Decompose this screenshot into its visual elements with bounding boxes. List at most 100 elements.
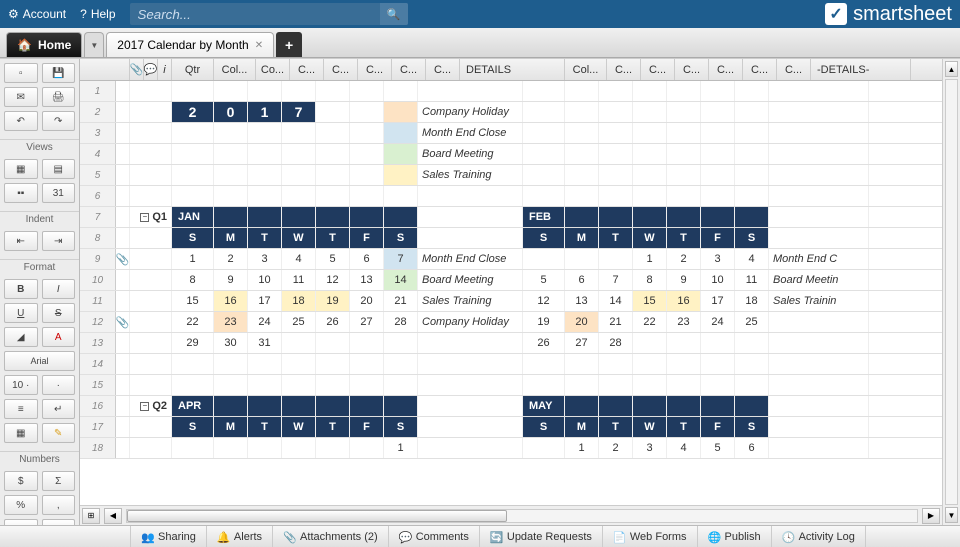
cell[interactable] — [633, 207, 667, 227]
cell[interactable]: Sales Trainin — [769, 291, 869, 311]
cell[interactable] — [701, 165, 735, 185]
row-number[interactable]: 12 — [80, 312, 116, 332]
cell[interactable] — [130, 333, 172, 353]
dow-header[interactable]: S — [384, 417, 418, 437]
cell[interactable]: Sales Training — [418, 291, 523, 311]
tool-sheet[interactable]: ▫ — [4, 63, 38, 83]
row-attach[interactable] — [116, 186, 130, 206]
cell[interactable] — [735, 102, 769, 122]
cell[interactable]: 4 — [735, 249, 769, 269]
cell[interactable] — [599, 354, 633, 374]
cell[interactable] — [599, 375, 633, 395]
cell[interactable]: 17 — [248, 291, 282, 311]
cell[interactable] — [633, 165, 667, 185]
cell[interactable]: 14 — [384, 270, 418, 290]
col-details[interactable]: DETAILS — [460, 59, 565, 80]
dow-header[interactable]: F — [701, 228, 735, 248]
dow-header[interactable]: T — [316, 417, 350, 437]
cell[interactable]: 4 — [282, 249, 316, 269]
cell[interactable]: 21 — [384, 291, 418, 311]
dow-header[interactable]: S — [172, 228, 214, 248]
cell[interactable] — [316, 354, 350, 374]
cell[interactable] — [282, 354, 316, 374]
cell[interactable]: 15 — [633, 291, 667, 311]
cell[interactable]: Company Holiday — [418, 312, 523, 332]
qtr-cell[interactable]: − Q1 — [130, 207, 172, 227]
cell[interactable] — [701, 354, 735, 374]
help-link[interactable]: ? Help — [80, 7, 115, 21]
dow-header[interactable]: M — [214, 417, 248, 437]
cell[interactable] — [735, 165, 769, 185]
cell[interactable] — [248, 165, 282, 185]
cell[interactable]: 3 — [248, 249, 282, 269]
row-number[interactable]: 17 — [80, 417, 116, 437]
cell[interactable] — [350, 81, 384, 101]
table-row[interactable]: 17 SMTWTFSSMTWTFS — [80, 417, 942, 438]
cell[interactable] — [350, 186, 384, 206]
cell[interactable]: 10 — [248, 270, 282, 290]
cell[interactable]: 2 — [667, 249, 701, 269]
cell[interactable] — [214, 144, 248, 164]
cell[interactable]: 6 — [350, 249, 384, 269]
cell[interactable] — [282, 207, 316, 227]
table-row[interactable]: 2 2017Company Holiday — [80, 102, 942, 123]
col-details2[interactable]: -DETAILS- — [811, 59, 911, 80]
cell[interactable] — [523, 354, 565, 374]
dow-header[interactable]: T — [599, 228, 633, 248]
expand-all-icon[interactable]: ⊞ — [82, 508, 100, 524]
legend-label[interactable]: Sales Training — [418, 165, 523, 185]
cell[interactable] — [130, 270, 172, 290]
dow-header[interactable]: M — [565, 228, 599, 248]
cell[interactable]: 10 — [701, 270, 735, 290]
dow-header[interactable]: M — [565, 417, 599, 437]
bold-button[interactable]: B — [4, 279, 38, 299]
btab-attachments[interactable]: 📎Attachments (2) — [273, 526, 389, 547]
cell[interactable] — [599, 123, 633, 143]
table-row[interactable]: 5 Sales Training — [80, 165, 942, 186]
h-scroll-thumb[interactable] — [127, 510, 507, 522]
cell[interactable] — [172, 375, 214, 395]
cell[interactable] — [523, 186, 565, 206]
account-link[interactable]: ⚙ Account — [8, 7, 66, 21]
cell[interactable]: 6 — [735, 438, 769, 458]
qtr-cell[interactable]: − Q2 — [130, 396, 172, 416]
cell[interactable] — [214, 396, 248, 416]
cell[interactable]: 20 — [565, 312, 599, 332]
cell[interactable] — [735, 123, 769, 143]
cell[interactable] — [565, 186, 599, 206]
cell[interactable] — [523, 144, 565, 164]
cell[interactable] — [316, 333, 350, 353]
cell[interactable] — [130, 186, 172, 206]
cell[interactable]: 19 — [523, 312, 565, 332]
btab-publish[interactable]: 🌐Publish — [698, 526, 772, 547]
table-row[interactable]: 4 Board Meeting — [80, 144, 942, 165]
cell[interactable]: 30 — [214, 333, 248, 353]
cell[interactable] — [316, 102, 350, 122]
cell[interactable]: 17 — [701, 291, 735, 311]
cell[interactable] — [316, 165, 350, 185]
cell[interactable] — [418, 375, 523, 395]
cell[interactable] — [350, 102, 384, 122]
cell[interactable] — [172, 123, 214, 143]
tab-sheet[interactable]: 2017 Calendar by Month ✕ — [106, 32, 274, 57]
cell[interactable] — [384, 396, 418, 416]
cell[interactable]: 28 — [599, 333, 633, 353]
cell[interactable] — [418, 81, 523, 101]
dow-header[interactable]: W — [282, 417, 316, 437]
cell[interactable] — [633, 333, 667, 353]
search-input[interactable] — [130, 7, 380, 22]
legend-label[interactable]: Board Meeting — [418, 144, 523, 164]
cell[interactable]: 22 — [172, 312, 214, 332]
cell[interactable] — [565, 165, 599, 185]
cell[interactable] — [565, 102, 599, 122]
cell[interactable] — [130, 312, 172, 332]
cell[interactable]: 4 — [667, 438, 701, 458]
cell[interactable] — [735, 396, 769, 416]
cell[interactable] — [735, 375, 769, 395]
cell[interactable] — [316, 123, 350, 143]
legend-label[interactable]: Company Holiday — [418, 102, 523, 122]
cell[interactable] — [667, 186, 701, 206]
cell[interactable]: 9 — [667, 270, 701, 290]
cell[interactable] — [350, 123, 384, 143]
cell[interactable] — [282, 165, 316, 185]
